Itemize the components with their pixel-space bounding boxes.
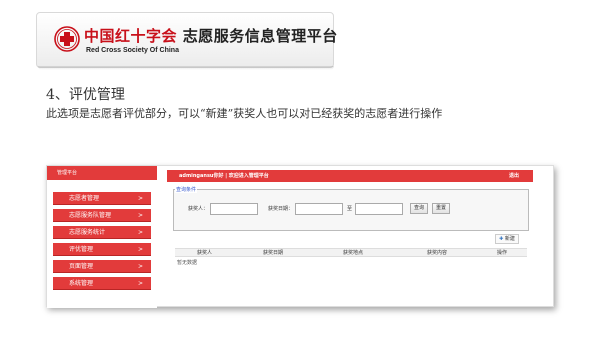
- new-button[interactable]: ✚ 新建: [495, 234, 519, 244]
- brand-title-platform: 志愿服务信息管理平台: [182, 27, 338, 45]
- sidebar-item-statistics[interactable]: 志愿服务统计 >: [53, 226, 151, 239]
- sidebar-item-volunteer[interactable]: 志愿者管理 >: [53, 192, 151, 205]
- brand-title: 中国红十字会 志愿服务信息管理平台: [84, 25, 338, 46]
- winner-input[interactable]: [210, 203, 258, 215]
- welcome-text: admingansu你好 | 欢迎进入管理平台: [179, 173, 269, 179]
- sidebar: 管理平台 志愿者管理 > 志愿服务队管理 > 志愿服务统计 > 评优管理 > 页…: [47, 166, 157, 308]
- column-location: 获奖地点: [343, 250, 364, 256]
- section-title: 4、评优管理: [46, 87, 125, 103]
- sidebar-item-label: 页面管理: [69, 263, 94, 270]
- column-actions: 操作: [497, 250, 508, 256]
- sidebar-item-pages[interactable]: 页面管理 >: [53, 260, 151, 273]
- empty-table-text: 暂无数据: [177, 260, 198, 266]
- sidebar-item-label: 评优管理: [69, 246, 94, 253]
- sidebar-header: 管理平台: [47, 166, 157, 180]
- plus-icon: ✚: [499, 236, 504, 242]
- column-date: 获奖日期: [263, 250, 284, 256]
- app-screenshot: 管理平台 志愿者管理 > 志愿服务队管理 > 志愿服务统计 > 评优管理 > 页…: [46, 165, 554, 308]
- winner-label: 获奖人：: [188, 206, 209, 212]
- date-from-input[interactable]: [295, 203, 343, 215]
- top-bar: admingansu你好 | 欢迎进入管理平台 退出: [167, 170, 533, 182]
- sidebar-item-label: 志愿者管理: [69, 195, 100, 202]
- date-to-input[interactable]: [355, 203, 403, 215]
- reset-button[interactable]: 重置: [432, 203, 450, 214]
- banner-shadow: [38, 66, 334, 70]
- section-description: 此选项是志愿者评优部分，可以“新建”获奖人也可以对已经获奖的志愿者进行操作: [46, 107, 443, 120]
- sidebar-item-label: 志愿服务队管理: [69, 212, 112, 219]
- chevron-right-icon: >: [137, 229, 143, 236]
- red-cross-logo-icon: [54, 26, 80, 52]
- award-date-label: 获奖日期：: [268, 206, 294, 212]
- search-legend: 查询条件: [175, 186, 198, 193]
- column-winner: 获奖人: [197, 250, 213, 256]
- search-panel: 获奖人： 获奖日期： 至 查询 重置: [173, 189, 529, 231]
- chevron-right-icon: >: [137, 195, 143, 202]
- new-button-label: 新建: [504, 236, 515, 242]
- chevron-right-icon: >: [137, 280, 143, 287]
- chevron-right-icon: >: [137, 246, 143, 253]
- brand-subtitle: Red Cross Society Of China: [86, 47, 179, 54]
- date-to-label: 至: [347, 206, 353, 212]
- query-button[interactable]: 查询: [410, 203, 428, 214]
- sidebar-item-system[interactable]: 系统管理 >: [53, 277, 151, 290]
- sidebar-item-team[interactable]: 志愿服务队管理 >: [53, 209, 151, 222]
- sidebar-item-label: 志愿服务统计: [69, 229, 106, 236]
- sidebar-item-awards[interactable]: 评优管理 >: [53, 243, 151, 256]
- table-header: 获奖人 获奖日期 获奖地点 获奖内容 操作: [175, 248, 527, 257]
- brand-title-org: 中国红十字会: [84, 27, 178, 45]
- sidebar-item-label: 系统管理: [69, 280, 94, 287]
- chevron-right-icon: >: [137, 263, 143, 270]
- logout-link[interactable]: 退出: [509, 170, 519, 182]
- column-content: 获奖内容: [427, 250, 448, 256]
- chevron-right-icon: >: [137, 212, 143, 219]
